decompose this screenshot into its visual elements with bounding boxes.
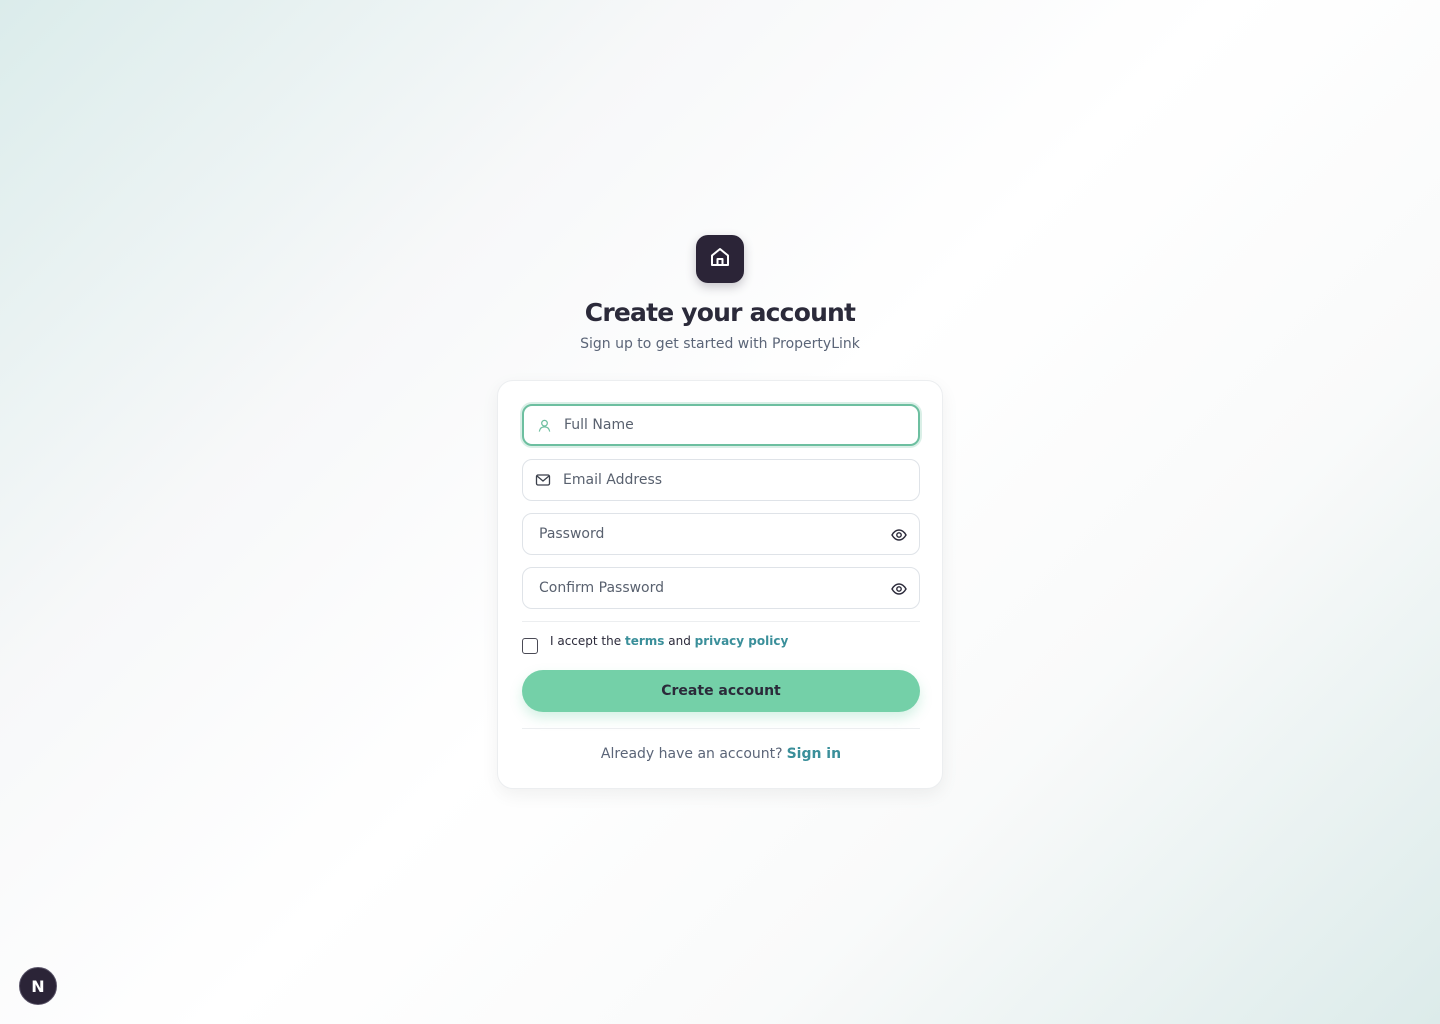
- privacy-policy-link[interactable]: privacy policy: [695, 634, 789, 648]
- terms-checkbox[interactable]: [522, 638, 538, 654]
- terms-joiner: and: [668, 634, 691, 648]
- signin-link[interactable]: Sign in: [787, 746, 842, 762]
- page-title: Create your account: [584, 298, 856, 327]
- form-divider: [522, 621, 920, 622]
- terms-prefix: I accept the: [550, 634, 622, 648]
- terms-label: I accept the terms and privacy policy: [550, 634, 788, 648]
- confirm-password-input[interactable]: [539, 568, 879, 608]
- password-field[interactable]: [522, 513, 920, 555]
- page-subtitle: Sign up to get started with PropertyLink: [580, 336, 860, 352]
- signin-question: Already have an account?: [600, 746, 783, 762]
- confirm-password-field[interactable]: [522, 567, 920, 609]
- signup-card: I accept the terms and privacy policy Cr…: [497, 380, 943, 789]
- signin-prompt: Already have an account? Sign in: [498, 746, 944, 762]
- email-field[interactable]: [522, 459, 920, 501]
- mail-icon: [535, 472, 551, 488]
- password-input[interactable]: [539, 514, 879, 554]
- user-icon: [536, 417, 552, 433]
- password-visibility-eye-icon[interactable]: [890, 526, 908, 544]
- create-account-button[interactable]: Create account: [522, 670, 920, 712]
- email-input[interactable]: [563, 460, 893, 500]
- dev-tools-badge[interactable]: N: [19, 967, 57, 1005]
- footer-divider: [522, 728, 920, 729]
- dev-badge-label: N: [31, 976, 45, 996]
- confirm-password-visibility-eye-icon[interactable]: [890, 580, 908, 598]
- app-logo: [696, 235, 744, 283]
- full-name-input[interactable]: [564, 406, 894, 444]
- home-icon: [708, 245, 732, 273]
- full-name-field[interactable]: [522, 404, 920, 446]
- terms-link[interactable]: terms: [625, 634, 664, 648]
